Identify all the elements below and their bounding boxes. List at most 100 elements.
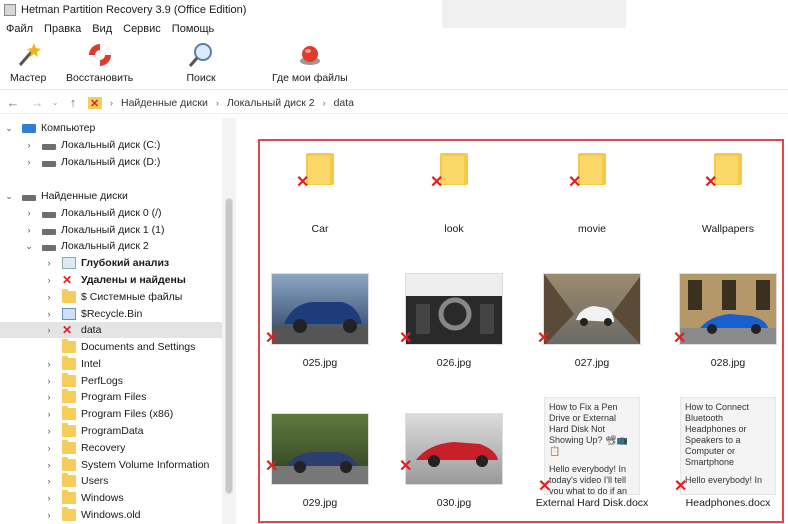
breadcrumb-separator-icon: › — [215, 97, 219, 108]
breadcrumb-data[interactable]: data — [334, 97, 354, 109]
menu-view[interactable]: Вид — [92, 23, 112, 35]
app-icon — [4, 4, 16, 16]
folder-tree: ⌄ Компьютер › Локальный диск (C:) › Лока… — [0, 118, 222, 524]
search-button[interactable]: Поиск — [186, 40, 216, 84]
tree-item-disk-0[interactable]: › Локальный диск 0 (/) — [24, 205, 162, 221]
wizard-button[interactable]: Мастер — [10, 40, 46, 84]
tree-item-recovery[interactable]: › Recovery — [44, 440, 125, 456]
tree-item-found-disks[interactable]: ⌄ Найденные диски — [4, 188, 128, 204]
restore-button[interactable]: Восстановить — [66, 40, 133, 84]
tree-item-windows-old[interactable]: › Windows.old — [44, 507, 141, 523]
tree-item-data[interactable]: › ✕ data — [0, 322, 222, 338]
back-arrow-icon[interactable]: ← — [4, 95, 22, 110]
expand-chevron-icon[interactable]: › — [24, 208, 34, 218]
document-preview-text: How to Connect Bluetooth Headphones or S… — [685, 402, 750, 467]
tree-label: Найденные диски — [41, 190, 128, 202]
tree-item-disk-d[interactable]: › Локальный диск (D:) — [24, 154, 161, 170]
tree-item-system-volume-info[interactable]: › System Volume Information — [44, 457, 209, 473]
file-030-jpg[interactable]: ✕ 030.jpg — [394, 413, 514, 509]
breadcrumb-separator-icon: › — [110, 97, 113, 108]
restore-label: Восстановить — [66, 72, 134, 84]
folder-look[interactable]: ✕ look — [394, 153, 514, 235]
menu-file[interactable]: Файл — [6, 23, 33, 35]
tree-item-program-files-x86[interactable]: › Program Files (x86) — [44, 406, 173, 422]
file-label: look — [444, 223, 464, 235]
tree-item-disk-1[interactable]: › Локальный диск 1 (1) — [24, 222, 165, 238]
menu-edit[interactable]: Правка — [44, 23, 81, 35]
expand-chevron-icon[interactable]: › — [24, 140, 34, 150]
expand-chevron-icon[interactable]: › — [44, 325, 54, 335]
expand-chevron-icon[interactable]: › — [44, 426, 54, 436]
tree-item-perflogs[interactable]: › PerfLogs — [44, 373, 123, 389]
expand-chevron-icon[interactable]: › — [44, 258, 54, 268]
expand-chevron-icon[interactable]: › — [44, 460, 54, 470]
folder-car[interactable]: ✕ Car — [260, 153, 380, 235]
expand-chevron-icon[interactable]: › — [44, 510, 54, 520]
file-label: 026.jpg — [436, 357, 472, 369]
tree-scrollbar[interactable] — [222, 118, 236, 524]
file-029-jpg[interactable]: ✕ 029.jpg — [260, 413, 380, 509]
file-026-jpg[interactable]: ✕ 026.jpg — [394, 273, 514, 369]
expand-chevron-icon[interactable]: › — [44, 376, 54, 386]
collapse-chevron-icon[interactable]: ⌄ — [4, 123, 14, 134]
history-chevron-icon[interactable]: ⌄ — [46, 98, 64, 107]
tree-item-programdata[interactable]: › ProgramData — [44, 423, 143, 439]
expand-chevron-icon[interactable]: › — [44, 359, 54, 369]
tree-label: Windows — [81, 492, 124, 504]
expand-chevron-icon[interactable]: › — [44, 476, 54, 486]
menu-help[interactable]: Помощь — [172, 23, 215, 35]
expand-chevron-icon[interactable]: › — [44, 275, 54, 285]
tree-label: Локальный диск 2 — [61, 240, 149, 252]
tree-item-deep-analysis[interactable]: › Глубокий анализ — [44, 255, 169, 271]
expand-chevron-icon[interactable]: › — [24, 225, 34, 235]
folder-icon — [62, 440, 76, 454]
file-label: 029.jpg — [302, 497, 338, 509]
file-025-jpg[interactable]: ✕ 025.jpg — [260, 273, 380, 369]
menu-service[interactable]: Сервис — [123, 23, 161, 35]
tree-item-disk-2[interactable]: ⌄ Локальный диск 2 — [24, 238, 149, 254]
file-headphones-docx[interactable]: How to Connect Bluetooth Headphones or S… — [668, 397, 788, 509]
tree-label: Recovery — [81, 442, 126, 454]
folder-icon — [62, 473, 76, 487]
drive-icon — [42, 245, 56, 251]
tree-item-disk-c[interactable]: › Локальный диск (C:) — [24, 137, 161, 153]
expand-chevron-icon[interactable]: › — [44, 493, 54, 503]
up-arrow-icon[interactable]: ↑ — [64, 95, 82, 110]
file-label: movie — [577, 223, 606, 235]
file-028-jpg[interactable]: ✕ 028.jpg — [668, 273, 788, 369]
file-027-jpg[interactable]: ✕ 027.jpg — [532, 273, 652, 369]
tree-item-windows[interactable]: › Windows — [44, 490, 124, 506]
tree-item-documents-settings[interactable]: Documents and Settings — [44, 339, 195, 355]
tree-label: ProgramData — [81, 425, 144, 437]
expand-chevron-icon[interactable]: › — [44, 392, 54, 402]
expand-chevron-icon[interactable]: › — [44, 409, 54, 419]
file-external-hard-disk-docx[interactable]: How to Fix a Pen Drive or External Hard … — [532, 397, 652, 509]
file-label: Car — [311, 223, 329, 235]
image-thumbnail — [679, 273, 777, 345]
breadcrumb-local-disk-2[interactable]: Локальный диск 2 — [227, 97, 315, 109]
tree-item-system-files[interactable]: › $ Системные файлы — [44, 289, 182, 305]
tree-item-intel[interactable]: › Intel — [44, 356, 101, 372]
tree-item-computer[interactable]: ⌄ Компьютер — [4, 120, 95, 136]
collapse-chevron-icon[interactable]: ⌄ — [24, 241, 34, 252]
folder-movie[interactable]: ✕ movie — [532, 153, 652, 235]
expand-chevron-icon[interactable]: › — [44, 292, 54, 302]
forward-arrow-icon[interactable]: → — [28, 95, 46, 110]
tree-label: Локальный диск (D:) — [61, 156, 161, 168]
deleted-x-icon: ✕ — [399, 330, 413, 347]
expand-chevron-icon[interactable]: › — [44, 309, 54, 319]
breadcrumb-found-disks[interactable]: Найденные диски — [121, 97, 208, 109]
tree-item-users[interactable]: › Users — [44, 473, 108, 489]
where-my-files-button[interactable]: Где мои файлы — [272, 40, 348, 84]
tree-item-recycle-bin[interactable]: › $Recycle.Bin — [44, 306, 142, 322]
collapse-chevron-icon[interactable]: ⌄ — [4, 191, 14, 202]
tree-item-program-files[interactable]: › Program Files — [44, 389, 146, 405]
folder-wallpapers[interactable]: ✕ Wallpapers — [668, 153, 788, 235]
deleted-x-icon: ✕ — [538, 478, 552, 495]
tree-item-deleted-found[interactable]: › ✕ Удалены и найдены — [44, 272, 186, 288]
tree-label: Глубокий анализ — [81, 257, 170, 269]
expand-chevron-icon[interactable]: › — [24, 157, 34, 167]
expand-chevron-icon[interactable]: › — [44, 443, 54, 453]
scrollbar-thumb[interactable] — [225, 198, 233, 494]
deleted-x-icon: ✕ — [674, 478, 688, 495]
